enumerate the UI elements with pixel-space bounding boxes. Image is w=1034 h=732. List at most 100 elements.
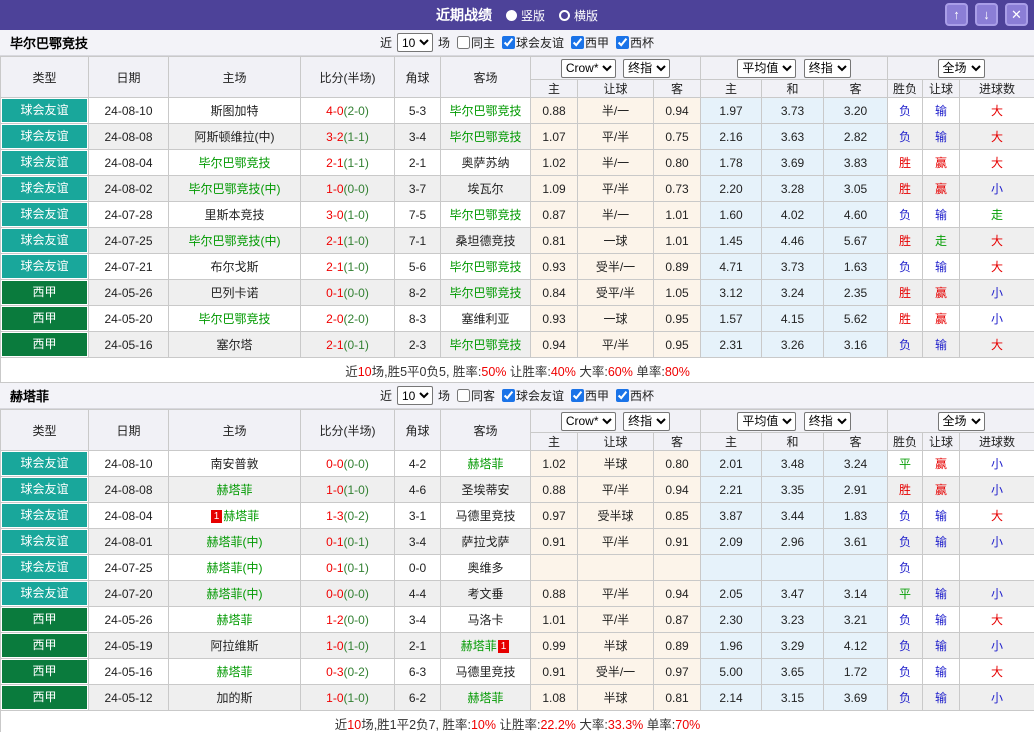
league-filter-option-0[interactable]: 球会友谊: [502, 387, 564, 404]
avg-odds-cell: 2.21: [700, 476, 763, 503]
halftime-score: (1-0): [343, 690, 369, 705]
team-label: 毕尔巴鄂竞技: [198, 156, 271, 170]
average-stage-select[interactable]: 终指: [803, 58, 851, 78]
result-handicap-cell: 输: [922, 253, 961, 280]
result-handicap-cell: 输: [922, 658, 961, 685]
match-count-select[interactable]: 10: [396, 386, 433, 405]
vertical-layout-radio[interactable]: 竖版: [505, 7, 545, 24]
league-filter-option-2[interactable]: 西杯: [616, 387, 654, 404]
team-label: 赫塔菲: [467, 457, 504, 471]
col-header-corner: 角球: [394, 409, 441, 451]
table-row: 西甲 24-05-16 塞尔塔 2-1(0-1) 2-3 毕尔巴鄂竞技 0.94 平/半 0.9…: [0, 331, 1034, 358]
match-count-select[interactable]: 10: [396, 33, 433, 52]
date-cell: 24-05-12: [88, 684, 169, 711]
halftime-score: (1-1): [343, 129, 369, 144]
league-cup-checkbox[interactable]: [616, 389, 630, 402]
handicap-odds-cell: 0.89: [652, 632, 702, 659]
handicap-odds-cell: 1.01: [652, 201, 702, 228]
fulltime-score: 0-0: [326, 586, 344, 601]
handicap-odds-cell: 平/半: [577, 580, 654, 607]
team-label: 毕尔巴鄂竞技(中): [188, 234, 281, 248]
result-handicap-cell: 输: [922, 123, 961, 150]
avg-odds-cell: 5.62: [823, 305, 889, 332]
subcol-avg-draw: 和: [761, 79, 825, 98]
league-friendly-checkbox[interactable]: [502, 389, 515, 402]
avg-odds-cell: 3.69: [823, 684, 889, 711]
league-badge: 球会友谊: [2, 255, 87, 278]
league-laliga-checkbox[interactable]: [571, 389, 585, 402]
summary-segment: 60%: [607, 364, 633, 379]
league-badge: 球会友谊: [2, 177, 87, 200]
handicap-odds-cell: 1.01: [652, 227, 702, 254]
league-badge: 球会友谊: [2, 125, 87, 148]
same-venue-checkbox[interactable]: [456, 389, 470, 402]
league-badge: 球会友谊: [2, 99, 87, 122]
avg-odds-cell: 3.14: [823, 580, 889, 607]
team-label: 埃瓦尔: [467, 182, 504, 196]
average-select[interactable]: 平均值: [737, 58, 797, 78]
bookmaker-select[interactable]: Crow*: [560, 411, 616, 431]
result-handicap-cell: 赢: [922, 476, 961, 503]
fulltime-score: 2-1: [326, 259, 344, 274]
horizontal-layout-radio[interactable]: 横版: [559, 7, 598, 24]
team-label: 毕尔巴鄂竞技: [449, 286, 522, 300]
scope-select[interactable]: 全场: [937, 58, 985, 78]
league-friendly-checkbox[interactable]: [502, 36, 515, 49]
home-team-cell: 阿斯顿维拉(中): [168, 123, 301, 150]
fulltime-score: 1-2: [326, 612, 344, 627]
same-venue-option[interactable]: 同客: [456, 387, 495, 404]
filter-controls: 近 10 场 同主 球会友谊 西甲 西杯: [380, 33, 654, 52]
date-cell: 24-07-20: [88, 580, 169, 607]
league-filter-option-1[interactable]: 西甲: [571, 387, 609, 404]
avg-odds-cell: 3.73: [761, 97, 825, 124]
score-cell: 2-0(2-0): [300, 305, 395, 332]
league-badge: 球会友谊: [2, 203, 87, 226]
fulltime-score: 3-2: [326, 129, 344, 144]
handicap-odds-cell: 一球: [577, 305, 654, 332]
league-filter-option-2[interactable]: 西杯: [616, 34, 654, 51]
handicap-odds-cell: 0.91: [652, 528, 702, 555]
scope-select[interactable]: 全场: [937, 411, 985, 431]
col-header-corner: 角球: [394, 56, 441, 98]
average-select[interactable]: 平均值: [737, 411, 797, 431]
table-row: 西甲 24-05-19 阿拉维斯 1-0(1-0) 2-1 赫塔菲 1 0.99 半球 0.89 1…: [0, 632, 1034, 659]
summary-segment: 场,胜1平2负7, 胜率:: [361, 717, 471, 732]
move-up-button[interactable]: ↑: [945, 3, 968, 26]
col-header-date: 日期: [88, 56, 169, 98]
home-team-cell: 南安普敦: [168, 450, 301, 477]
date-cell: 24-05-19: [88, 632, 169, 659]
avg-odds-cell: 4.15: [761, 305, 825, 332]
fulltime-score: 1-0: [326, 482, 344, 497]
corner-cell: 7-1: [394, 227, 441, 254]
corner-cell: 4-4: [394, 580, 441, 607]
result-goals-cell: 大: [959, 658, 1034, 685]
home-team-cell: 毕尔巴鄂竞技(中): [168, 227, 301, 254]
close-button[interactable]: ✕: [1005, 3, 1028, 26]
halftime-score: (0-2): [343, 664, 369, 679]
home-team-cell: 阿拉维斯: [168, 632, 301, 659]
result-handicap-cell: 输: [922, 632, 961, 659]
handicap-odds-cell: 1.07: [530, 123, 578, 150]
halftime-score: (2-0): [343, 103, 369, 118]
league-cup-checkbox[interactable]: [616, 36, 630, 49]
average-stage-select[interactable]: 终指: [803, 411, 851, 431]
bookmaker-select[interactable]: Crow*: [560, 58, 616, 78]
table-row: 西甲 24-05-20 毕尔巴鄂竞技 2-0(2-0) 8-3 塞维利亚 0.93 一球 0.9…: [0, 305, 1034, 332]
league-filter-option-1[interactable]: 西甲: [571, 34, 609, 51]
result-goals-cell: 小: [959, 632, 1034, 659]
date-cell: 24-05-16: [88, 331, 169, 358]
handicap-stage-select[interactable]: 终指: [623, 411, 671, 431]
date-cell: 24-05-26: [88, 606, 169, 633]
avg-odds-cell: 2.14: [700, 684, 763, 711]
halftime-score: (0-1): [343, 560, 369, 575]
move-down-button[interactable]: ↓: [975, 3, 998, 26]
red-card-badge: 1: [497, 640, 510, 653]
handicap-stage-select[interactable]: 终指: [623, 58, 671, 78]
subcol-result-wdl: 胜负: [887, 432, 924, 451]
league-filter-option-0[interactable]: 球会友谊: [502, 34, 564, 51]
same-venue-option[interactable]: 同主: [456, 34, 495, 51]
result-goals-cell: 大: [959, 123, 1034, 150]
league-laliga-checkbox[interactable]: [571, 36, 585, 49]
same-venue-checkbox[interactable]: [456, 36, 470, 49]
corner-cell: 3-4: [394, 528, 441, 555]
